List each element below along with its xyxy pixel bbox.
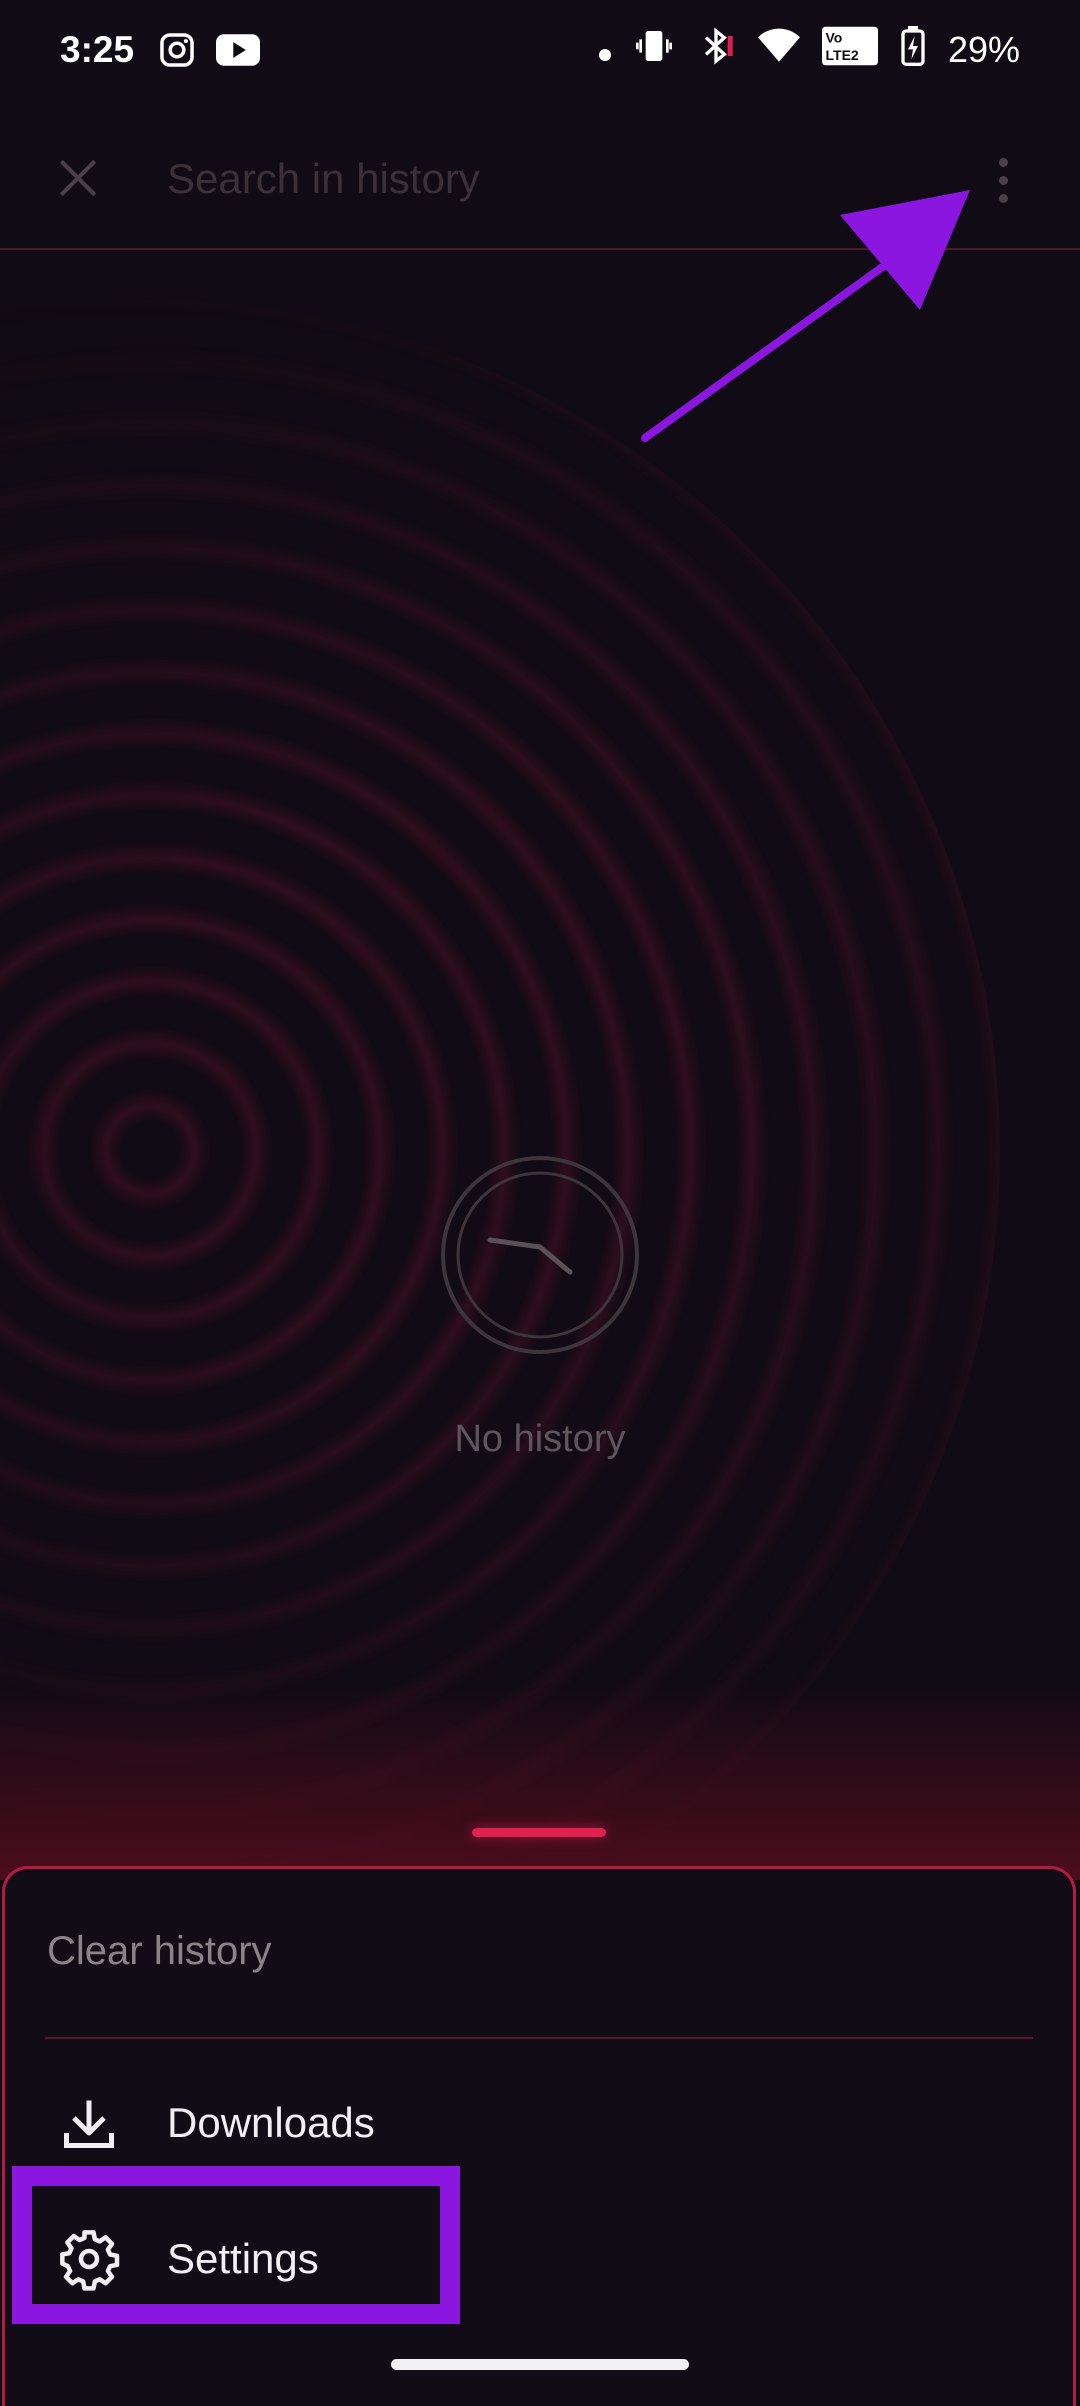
instagram-icon <box>158 31 196 69</box>
vibrate-icon <box>634 26 674 75</box>
svg-text:LTE2: LTE2 <box>825 47 858 63</box>
more-options-button[interactable] <box>980 140 1026 220</box>
download-icon <box>47 2081 131 2165</box>
status-time: 3:25 <box>60 29 135 70</box>
history-clock-icon <box>441 1156 639 1354</box>
status-bar: 3:25 Vo LTE2 29% <box>0 0 1080 100</box>
sheet-drag-handle[interactable] <box>472 1828 606 1837</box>
sheet-divider <box>45 2037 1033 2039</box>
volte-icon: Vo LTE2 <box>821 26 878 75</box>
annotation-highlight-box <box>12 2166 460 2324</box>
dot-icon <box>598 29 612 71</box>
bottom-sheet: Clear history Downloads Settings <box>2 1866 1076 2406</box>
bluetooth-icon <box>696 26 736 75</box>
annotation-arrow <box>641 190 970 442</box>
close-icon <box>59 159 97 197</box>
gesture-nav-handle[interactable] <box>391 2359 689 2370</box>
clear-history-button[interactable]: Clear history <box>47 1929 272 1974</box>
background-glow <box>0 1680 1080 1880</box>
battery-icon <box>900 25 926 75</box>
battery-percent: 29% <box>947 29 1020 70</box>
more-vert-icon <box>998 157 1008 167</box>
empty-state-text: No history <box>454 1418 626 1460</box>
wifi-icon <box>757 28 800 73</box>
svg-text:Vo: Vo <box>825 29 842 45</box>
youtube-icon <box>216 33 261 67</box>
close-button[interactable] <box>40 140 116 216</box>
downloads-label: Downloads <box>167 2099 375 2146</box>
